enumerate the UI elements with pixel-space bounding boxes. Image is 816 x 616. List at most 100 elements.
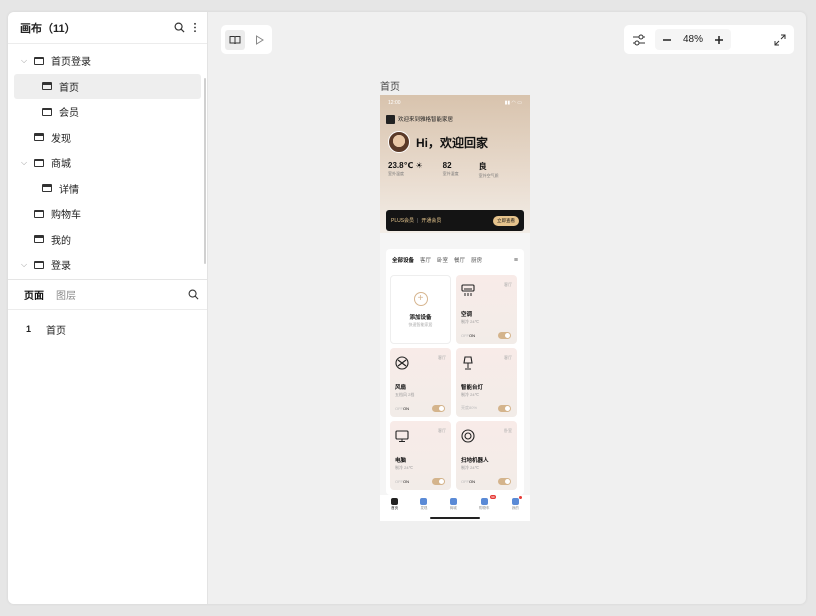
device-power-label: OFFON bbox=[461, 479, 475, 484]
search-icon[interactable] bbox=[188, 289, 199, 300]
tree-item-member[interactable]: 会员 bbox=[14, 99, 201, 125]
status-bar: 12:00 ▮▮ ◠ ▭ bbox=[380, 95, 530, 111]
stat-label: 室外温度 bbox=[388, 171, 404, 176]
stat-temperature: 23.8℃ ☀ 室外温度 bbox=[388, 161, 423, 179]
status-icons: ▮▮ ◠ ▭ bbox=[504, 100, 522, 106]
menu-icon[interactable]: ≡ bbox=[514, 257, 518, 264]
device-card-lamp[interactable]: 客厅 智能台灯 制冷 24℃ 亮度80% bbox=[456, 348, 517, 417]
tree-item-label: 会员 bbox=[59, 108, 79, 120]
tree-item-login[interactable]: ⌵ 登录 bbox=[14, 252, 201, 278]
play-icon bbox=[255, 34, 264, 45]
zoom-in-icon[interactable] bbox=[711, 35, 727, 45]
tree-scrollbar[interactable] bbox=[204, 78, 206, 264]
status-time: 12:00 bbox=[388, 100, 401, 106]
monitor-icon bbox=[395, 430, 409, 442]
page-icon bbox=[34, 235, 44, 244]
device-power-label: OFFON bbox=[395, 479, 409, 484]
play-button[interactable] bbox=[249, 30, 269, 50]
tree-item-mall[interactable]: ⌵ 商城 bbox=[14, 150, 201, 176]
add-device-hint: 快速智能家居 bbox=[408, 321, 433, 327]
add-icon: + bbox=[413, 291, 428, 306]
off-label: OFF bbox=[461, 479, 469, 484]
device-power-label: OFFON bbox=[395, 406, 409, 411]
zoom-out-icon[interactable] bbox=[659, 35, 675, 45]
plus-view-button[interactable]: 立即查看 bbox=[493, 215, 519, 226]
power-toggle[interactable] bbox=[498, 332, 511, 339]
off-label: OFF bbox=[395, 406, 403, 411]
power-toggle[interactable] bbox=[498, 478, 511, 485]
device-card-fan[interactable]: 客厅 风扇 五档风 2档 OFFON bbox=[390, 348, 451, 417]
tree-item-cart[interactable]: 购物车 bbox=[14, 201, 201, 227]
stat-label: 室外空气质 bbox=[478, 173, 499, 178]
power-toggle[interactable] bbox=[432, 405, 445, 412]
device-tabs: 全部设备 客厅 卧室 餐厅 厨房 ≡ bbox=[386, 249, 524, 265]
tree-item-home-login[interactable]: ⌵ 首页登录 bbox=[14, 48, 201, 74]
tree-item-detail[interactable]: 详情 bbox=[14, 176, 201, 202]
tabbar-label: 商城 bbox=[449, 506, 457, 510]
tab-kitchen[interactable]: 厨房 bbox=[471, 256, 482, 264]
weather-stats: 23.8℃ ☀ 室外温度 82 室外湿度 良 室外空气质 bbox=[380, 157, 530, 179]
power-toggle[interactable] bbox=[432, 478, 445, 485]
device-card-ac[interactable]: 客厅 空调 制冷 24℃ OFFON bbox=[456, 275, 517, 344]
tab-bedroom[interactable]: 卧室 bbox=[437, 256, 448, 264]
tabbar-cart[interactable]: 99 购物车 bbox=[479, 495, 496, 521]
stat-value: 82 bbox=[442, 161, 452, 170]
tabbar-home[interactable]: 首页 bbox=[391, 498, 399, 521]
power-toggle[interactable] bbox=[498, 405, 511, 412]
tabbar-discover[interactable]: 发现 bbox=[420, 498, 428, 521]
canvas-title: 画布（11） bbox=[20, 22, 76, 35]
device-status: 五档风 2档 bbox=[395, 392, 415, 397]
stat-humidity: 82 室外湿度 bbox=[443, 161, 459, 179]
off-label: OFF bbox=[461, 333, 469, 338]
page-list-item[interactable]: 1 首页 bbox=[8, 318, 207, 340]
on-label: ON bbox=[403, 406, 409, 411]
settings-sliders-icon[interactable] bbox=[632, 34, 646, 46]
more-vertical-icon[interactable] bbox=[193, 22, 197, 33]
chevron-down-icon[interactable]: ⌵ bbox=[18, 260, 30, 270]
page-icon bbox=[42, 107, 52, 116]
tab-pages[interactable]: 页面 bbox=[24, 287, 44, 302]
book-button[interactable] bbox=[225, 29, 245, 50]
search-icon[interactable] bbox=[174, 22, 185, 33]
tree-item-label: 商城 bbox=[51, 159, 71, 171]
plus-banner[interactable]: PLUS会员 | 开通会员 立即查看 bbox=[386, 210, 524, 231]
fan-icon bbox=[395, 356, 409, 370]
discover-icon bbox=[420, 498, 428, 505]
off-label: OFF bbox=[395, 479, 403, 484]
on-label: ON bbox=[469, 333, 475, 338]
app-window: 画布（11） ⌵ 首页登录 首页 会员 发现 ⌵ 商城 详情 购物车 我的 ⌵ … bbox=[8, 12, 806, 604]
artboard-phone[interactable]: 12:00 ▮▮ ◠ ▭ 欢迎来到雅格智能家居 Hi，欢迎回家 23.8℃ ☀ … bbox=[380, 95, 530, 521]
fullscreen-icon[interactable] bbox=[774, 34, 786, 46]
tree-item-mine[interactable]: 我的 bbox=[14, 227, 201, 253]
device-name: 智能台灯 bbox=[461, 385, 484, 391]
chevron-down-icon[interactable]: ⌵ bbox=[18, 158, 30, 168]
add-device-card[interactable]: + 添加设备 快速智能家居 bbox=[390, 275, 451, 344]
tree-item-home[interactable]: 首页 bbox=[14, 73, 201, 99]
canvas-header: 画布（11） bbox=[8, 12, 207, 44]
device-name: 扫地机器人 bbox=[461, 458, 489, 464]
canvas-tree: ⌵ 首页登录 首页 会员 发现 ⌵ 商城 详情 购物车 我的 ⌵ 登录 bbox=[8, 44, 207, 280]
device-grid: + 添加设备 快速智能家居 客厅 空调 制冷 24℃ OFFON 客厅 风扇 五… bbox=[390, 275, 520, 490]
tab-dining-room[interactable]: 餐厅 bbox=[454, 256, 465, 264]
plus-subtitle: 开通会员 bbox=[421, 218, 442, 224]
greeting-text: Hi，欢迎回家 bbox=[416, 135, 489, 150]
device-room: 客厅 bbox=[438, 355, 446, 360]
tabbar-mine[interactable]: 我的 bbox=[511, 496, 522, 521]
tab-layers[interactable]: 图层 bbox=[56, 287, 188, 302]
zoom-level: 48% bbox=[682, 34, 703, 45]
book-icon bbox=[229, 35, 241, 45]
off-label: 亮度80% bbox=[461, 405, 478, 410]
chevron-down-icon[interactable]: ⌵ bbox=[18, 56, 30, 66]
avatar[interactable] bbox=[388, 131, 410, 153]
tab-all-devices[interactable]: 全部设备 bbox=[392, 256, 414, 264]
tree-item-label: 发现 bbox=[51, 133, 71, 145]
tree-item-discover[interactable]: 发现 bbox=[14, 125, 201, 151]
device-card-robot-vacuum[interactable]: 卧室 扫地机器人 制冷 24℃ OFFON bbox=[456, 421, 517, 490]
tab-living-room[interactable]: 客厅 bbox=[420, 256, 431, 264]
device-card-computer[interactable]: 客厅 电脑 制冷 24℃ OFFON bbox=[390, 421, 451, 490]
device-status: 制冷 24℃ bbox=[461, 465, 480, 470]
cart-badge: 99 bbox=[490, 495, 496, 499]
stat-value: 良 bbox=[478, 162, 487, 171]
divider: | bbox=[417, 217, 419, 224]
device-status: 制冷 24℃ bbox=[461, 319, 480, 324]
